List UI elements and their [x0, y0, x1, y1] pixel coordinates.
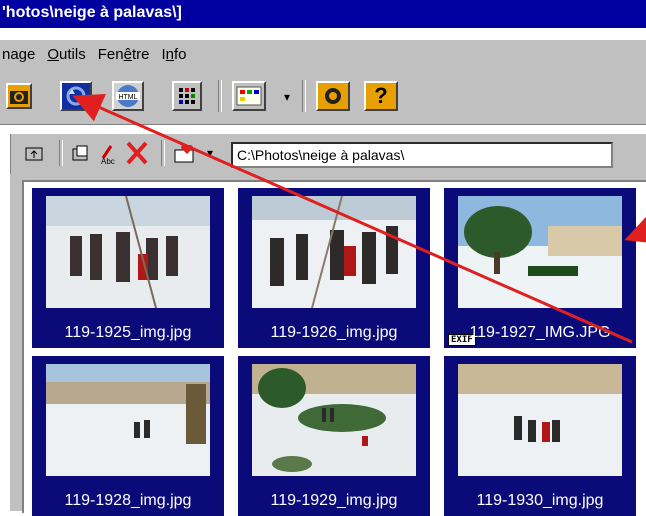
thumbnail-pane: 119-1925_img.jpg 119-1926_img.jpg EXIF 1…	[10, 174, 646, 516]
favorites-folder-icon[interactable]	[173, 142, 199, 164]
toolbar-separator	[161, 140, 165, 166]
window-title: 'hotos\neige à palavas\]	[2, 4, 182, 21]
thumbnail-item[interactable]: 119-1930_img.jpg	[444, 356, 636, 516]
thumbnail-caption: 119-1930_img.jpg	[476, 492, 604, 509]
menu-bar: nage Outils Fenêtre Info	[0, 40, 646, 68]
photo-thumbnail	[252, 196, 416, 308]
rename-icon[interactable]: Abc	[97, 142, 121, 166]
svg-text:HTML: HTML	[118, 94, 137, 101]
settings-icon[interactable]	[316, 81, 350, 111]
toolbar-separator	[218, 80, 222, 112]
toolbar-separator	[302, 80, 306, 112]
up-folder-icon[interactable]	[25, 144, 45, 162]
new-folder-icon[interactable]	[71, 144, 91, 162]
menu-image[interactable]: nage	[0, 46, 43, 63]
navigation-toolbar: Abc ▾ C:\Photos\neige à palavas\	[10, 134, 646, 174]
slideshow-icon[interactable]	[60, 81, 92, 111]
toolbar-separator	[59, 140, 63, 166]
help-icon[interactable]: ?	[364, 81, 398, 111]
thumbnail-caption: 119-1926_img.jpg	[270, 324, 398, 341]
thumbnail-caption: 119-1925_img.jpg	[64, 324, 192, 341]
thumbnail-item[interactable]: 119-1925_img.jpg	[32, 188, 224, 348]
thumbnail-item[interactable]: 119-1928_img.jpg	[32, 356, 224, 516]
window-title-bar[interactable]: 'hotos\neige à palavas\]	[0, 0, 646, 28]
html-icon[interactable]: HTML	[112, 81, 144, 111]
palette-icon[interactable]	[232, 81, 266, 111]
thumbnail-grid: 119-1925_img.jpg 119-1926_img.jpg EXIF 1…	[22, 180, 646, 516]
address-path-field[interactable]: C:\Photos\neige à palavas\	[231, 142, 613, 168]
main-toolbar: HTML ▾ ?	[0, 68, 646, 125]
photo-thumbnail	[46, 196, 210, 308]
photo-thumbnail	[458, 196, 622, 308]
camera-icon[interactable]	[6, 83, 32, 109]
favorites-dropdown-icon[interactable]: ▾	[207, 146, 213, 160]
thumbnail-item[interactable]: 119-1926_img.jpg	[238, 188, 430, 348]
photo-thumbnail	[458, 364, 622, 476]
photo-thumbnail	[252, 364, 416, 476]
thumbnail-caption: 119-1928_img.jpg	[64, 492, 192, 509]
thumbnail-item[interactable]: EXIF 119-1927_IMG.JPG	[444, 188, 636, 348]
delete-icon[interactable]	[125, 140, 149, 166]
menu-info[interactable]: Info	[157, 46, 194, 63]
thumbnail-caption: 119-1927_IMG.JPG	[469, 324, 611, 341]
grid-icon[interactable]	[172, 81, 202, 111]
svg-text:Abc: Abc	[101, 157, 115, 166]
thumbnail-caption: 119-1929_img.jpg	[270, 492, 398, 509]
menu-fenetre[interactable]: Fenêtre	[94, 46, 158, 63]
photo-thumbnail	[46, 364, 210, 476]
palette-dropdown-icon[interactable]: ▾	[284, 90, 290, 104]
thumbnail-item[interactable]: 119-1929_img.jpg	[238, 356, 430, 516]
menu-outils[interactable]: Outils	[43, 46, 93, 63]
